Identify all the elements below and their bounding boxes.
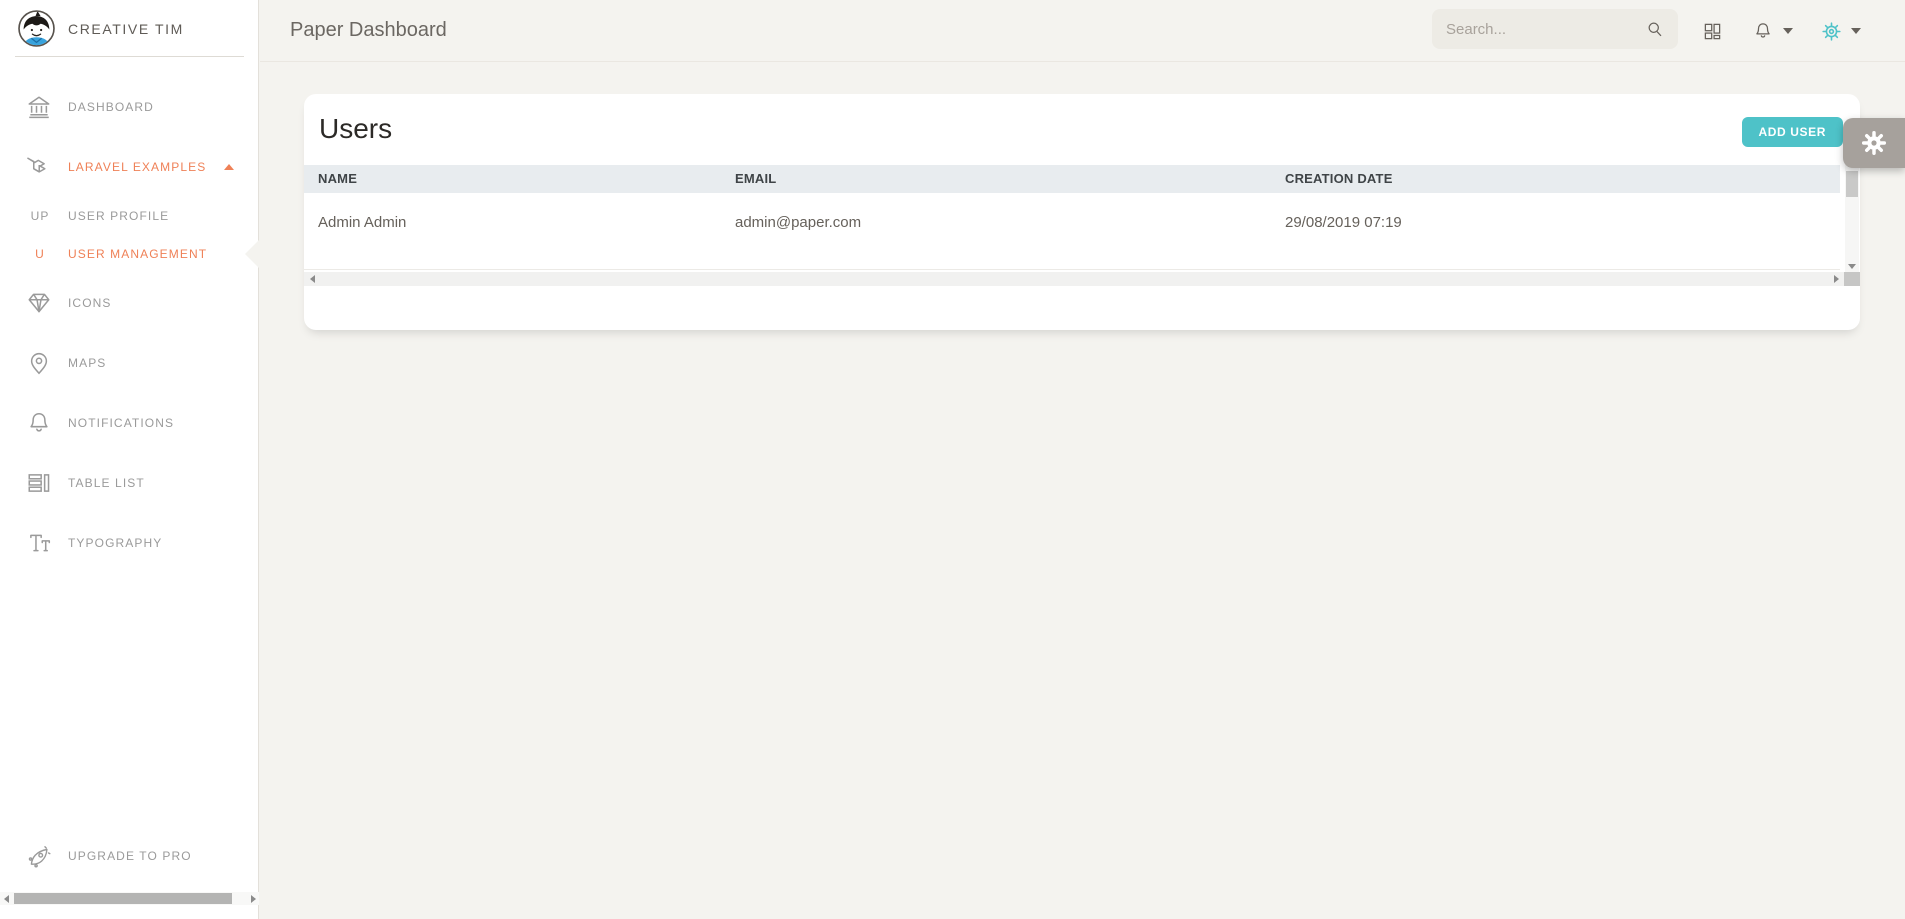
scrollbar-track[interactable] xyxy=(12,892,247,905)
diamond-icon xyxy=(24,290,54,316)
sidebar-item-label: NOTIFICATIONS xyxy=(68,416,174,430)
table-row: Admin Admin admin@paper.com 29/08/2019 0… xyxy=(304,193,1840,270)
map-pin-icon xyxy=(24,350,54,376)
sidebar-item-icons[interactable]: ICONS xyxy=(0,273,258,333)
chevron-down-icon xyxy=(1783,28,1793,34)
scroll-left-icon[interactable] xyxy=(306,272,318,286)
page-title: Paper Dashboard xyxy=(290,19,447,42)
main-area: Paper Dashboard xyxy=(260,0,1905,919)
table-list-icon xyxy=(24,470,54,496)
users-card: Users ADD USER NAME EMAIL CREATION DATE … xyxy=(304,94,1860,330)
bell-icon xyxy=(1753,21,1773,41)
bank-icon xyxy=(24,94,54,120)
scrollbar-thumb[interactable] xyxy=(14,893,232,904)
sidebar-item-table-list[interactable]: TABLE LIST xyxy=(0,453,258,513)
notifications-dropdown-button[interactable] xyxy=(1748,16,1798,46)
brand-row[interactable]: CREATIVE TIM xyxy=(0,0,258,57)
sidebar-item-upgrade-to-pro[interactable]: UPGRADE TO PRO xyxy=(0,835,259,877)
sidebar-item-label: ICONS xyxy=(68,296,112,310)
laravel-icon xyxy=(24,153,54,181)
search-icon[interactable] xyxy=(1645,19,1665,39)
card-vertical-scrollbar[interactable] xyxy=(1845,158,1859,272)
user-name-cell: Admin Admin xyxy=(318,214,406,231)
mini-label: UP xyxy=(24,209,54,223)
search-input[interactable] xyxy=(1446,21,1645,38)
sidebar-item-label: TYPOGRAPHY xyxy=(68,536,162,550)
sidebar-item-maps[interactable]: MAPS xyxy=(0,333,258,393)
search-box xyxy=(1432,9,1678,49)
add-user-button[interactable]: ADD USER xyxy=(1742,117,1843,147)
sidebar: CREATIVE TIM DASHBOARD LARAVEL xyxy=(0,0,259,919)
sidebar-item-user-management[interactable]: U USER MANAGEMENT xyxy=(0,235,258,273)
sidebar-item-label: MAPS xyxy=(68,356,106,370)
scrollbar-corner xyxy=(1844,272,1860,286)
settings-panel-toggle-button[interactable] xyxy=(1843,118,1905,168)
sidebar-horizontal-scrollbar[interactable] xyxy=(0,892,259,905)
scrollbar-thumb[interactable] xyxy=(1846,171,1858,197)
sidebar-item-label: UPGRADE TO PRO xyxy=(68,849,192,863)
top-navbar: Paper Dashboard xyxy=(260,0,1905,62)
column-header-name: NAME xyxy=(318,171,357,186)
chevron-down-icon xyxy=(1851,28,1861,34)
typography-icon xyxy=(24,530,54,556)
gear-icon xyxy=(1822,22,1841,41)
scroll-left-icon[interactable] xyxy=(0,892,12,905)
user-email-link[interactable]: admin@paper.com xyxy=(735,214,861,231)
sidebar-item-label: LARAVEL EXAMPLES xyxy=(68,160,206,174)
sidebar-item-dashboard[interactable]: DASHBOARD xyxy=(0,77,258,137)
active-item-notch xyxy=(245,240,259,268)
card-horizontal-scrollbar[interactable] xyxy=(304,272,1844,286)
sidebar-item-label: USER MANAGEMENT xyxy=(68,247,207,261)
sidebar-item-label: TABLE LIST xyxy=(68,476,145,490)
layout-grid-button[interactable] xyxy=(1697,16,1727,46)
layout-grid-icon xyxy=(1703,22,1722,41)
mini-label: U xyxy=(24,247,54,261)
scroll-right-icon[interactable] xyxy=(247,892,259,905)
column-header-creation-date: CREATION DATE xyxy=(1285,171,1393,186)
card-title: Users xyxy=(319,113,392,145)
sidebar-item-user-profile[interactable]: UP USER PROFILE xyxy=(0,197,258,235)
rocket-icon xyxy=(24,843,54,869)
brand-name: CREATIVE TIM xyxy=(68,21,184,37)
gear-icon xyxy=(1861,130,1887,156)
paper-dashboard-app: CREATIVE TIM DASHBOARD LARAVEL xyxy=(0,0,1905,919)
user-creation-date-cell: 29/08/2019 07:19 xyxy=(1285,214,1402,231)
sidebar-item-label: DASHBOARD xyxy=(68,100,154,114)
table-header-row: NAME EMAIL CREATION DATE xyxy=(304,165,1840,193)
sidebar-item-label: USER PROFILE xyxy=(68,209,169,223)
collapse-caret-up-icon[interactable] xyxy=(224,164,234,170)
sidebar-item-laravel-examples[interactable]: LARAVEL EXAMPLES xyxy=(0,137,258,197)
settings-dropdown-button[interactable] xyxy=(1815,16,1867,46)
sidebar-item-notifications[interactable]: NOTIFICATIONS xyxy=(0,393,258,453)
sidebar-nav: DASHBOARD LARAVEL EXAMPLES UP USER PROFI… xyxy=(0,77,258,573)
avatar xyxy=(18,10,55,47)
column-header-email: EMAIL xyxy=(735,171,776,186)
scroll-down-icon[interactable] xyxy=(1845,260,1859,272)
scroll-right-icon[interactable] xyxy=(1830,272,1842,286)
bell-icon xyxy=(24,410,54,436)
sidebar-item-typography[interactable]: TYPOGRAPHY xyxy=(0,513,258,573)
